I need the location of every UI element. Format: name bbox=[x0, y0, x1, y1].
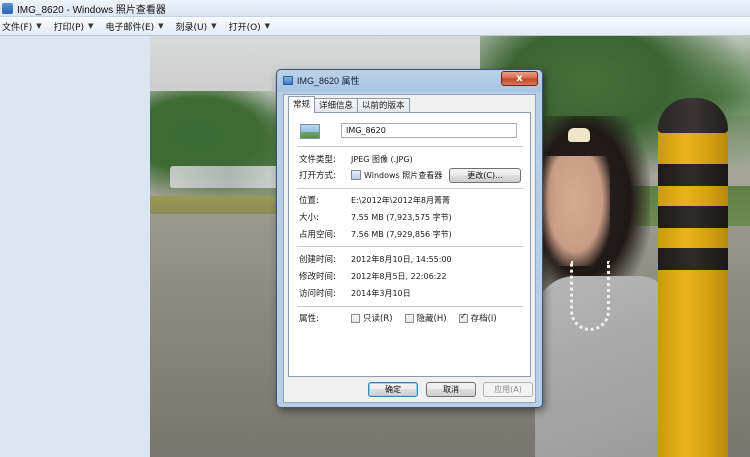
menu-print-label: 打印(P) bbox=[53, 22, 85, 33]
tab-details[interactable]: 详细信息 bbox=[314, 98, 359, 113]
menu-file-label: 文件(F) bbox=[2, 22, 33, 33]
menu-open-label: 打开(O) bbox=[228, 22, 261, 33]
chevron-down-icon: ▼ bbox=[36, 22, 42, 30]
accessed-label: 访问时间: bbox=[299, 289, 336, 299]
archive-checkbox[interactable] bbox=[458, 312, 468, 323]
menu-burn-label: 刻录(U) bbox=[175, 22, 208, 33]
window-titlebar: IMG_8620 - Windows 照片查看器 bbox=[0, 0, 750, 17]
file-type-row: 文件类型: JPEG 图像 (.JPG) bbox=[299, 153, 413, 166]
photo-bollard bbox=[658, 98, 728, 457]
apply-button[interactable]: 应用(A) bbox=[483, 382, 533, 397]
divider bbox=[297, 246, 523, 247]
divider bbox=[297, 306, 523, 307]
menu-open[interactable]: 打开(O) ▼ bbox=[227, 20, 281, 33]
size-on-disk-row: 占用空间: 7.56 MB (7,929,856 字节) bbox=[299, 228, 452, 241]
open-with-row: 打开方式: Windows 照片查看器 bbox=[299, 169, 442, 181]
chevron-down-icon: ▼ bbox=[158, 22, 164, 30]
size-row: 大小: 7.55 MB (7,923,575 字节) bbox=[299, 211, 452, 224]
photo-bollard-band bbox=[658, 248, 728, 270]
menu-email[interactable]: 电子邮件(E) ▼ bbox=[103, 20, 173, 33]
menubar: 文件(F) ▼ 打印(P) ▼ 电子邮件(E) ▼ 刻录(U) ▼ 打开(O) ▼ bbox=[0, 17, 750, 36]
dialog-body: 常规 详细信息 以前的版本 IMG_8620 文件类型: JPEG 图像 (.J… bbox=[283, 94, 536, 403]
tab-previous-versions[interactable]: 以前的版本 bbox=[357, 98, 410, 113]
file-type-label: 文件类型: bbox=[299, 155, 336, 165]
menu-email-label: 电子邮件(E) bbox=[105, 22, 155, 33]
size-label: 大小: bbox=[299, 213, 319, 223]
photo-bollard-band bbox=[658, 206, 728, 228]
created-value: 2012年8月10日, 14:55:00 bbox=[351, 254, 452, 264]
readonly-label: 只读(R) bbox=[363, 314, 393, 324]
archive-checkbox-wrap[interactable]: 存档(I) bbox=[458, 312, 497, 324]
file-name-input[interactable]: IMG_8620 bbox=[341, 123, 517, 138]
photo-viewer-app-icon bbox=[2, 2, 13, 14]
created-label: 创建时间: bbox=[299, 255, 336, 265]
menu-burn[interactable]: 刻录(U) ▼ bbox=[174, 20, 227, 33]
attributes-row: 属性: 只读(R) 隐藏(H) 存档(I) bbox=[299, 312, 509, 325]
photo-bollard-band bbox=[658, 164, 728, 186]
modified-label: 修改时间: bbox=[299, 272, 336, 282]
modified-row: 修改时间: 2012年8月5日, 22:06:22 bbox=[299, 270, 447, 283]
dialog-title: IMG_8620 属性 bbox=[297, 75, 360, 86]
menu-file[interactable]: 文件(F) ▼ bbox=[0, 20, 52, 33]
menu-print[interactable]: 打印(P) ▼ bbox=[52, 20, 104, 33]
divider bbox=[297, 146, 523, 147]
location-label: 位置: bbox=[299, 196, 319, 206]
dialog-tabs: 常规 详细信息 以前的版本 bbox=[288, 96, 410, 113]
location-value: E:\2012年\2012年8月菁菁 bbox=[351, 195, 450, 205]
photo-hair-bow bbox=[568, 128, 590, 142]
location-row: 位置: E:\2012年\2012年8月菁菁 bbox=[299, 194, 450, 207]
divider bbox=[297, 188, 523, 189]
photo-face bbox=[540, 156, 610, 266]
chevron-down-icon: ▼ bbox=[211, 22, 217, 30]
photo-necklace bbox=[570, 261, 610, 331]
photo-parked-cars bbox=[170, 166, 290, 188]
hidden-checkbox[interactable] bbox=[404, 313, 414, 323]
chevron-down-icon: ▼ bbox=[88, 22, 94, 30]
image-file-icon bbox=[283, 75, 293, 85]
readonly-checkbox[interactable] bbox=[351, 313, 360, 323]
general-tab-panel: IMG_8620 文件类型: JPEG 图像 (.JPG) 打开方式: Wind… bbox=[288, 112, 531, 377]
file-type-value: JPEG 图像 (.JPG) bbox=[351, 154, 413, 164]
cancel-button[interactable]: 取消 bbox=[426, 382, 476, 397]
photo-grass bbox=[150, 196, 280, 214]
change-button[interactable]: 更改(C)... bbox=[449, 168, 521, 183]
chevron-down-icon: ▼ bbox=[264, 22, 271, 30]
file-thumbnail-icon bbox=[300, 124, 320, 139]
close-button[interactable]: x bbox=[501, 71, 538, 86]
accessed-row: 访问时间: 2014年3月10日 bbox=[299, 287, 411, 300]
properties-dialog: IMG_8620 属性 x 常规 详细信息 以前的版本 IMG_8620 文件类… bbox=[276, 69, 543, 408]
archive-label: 存档(I) bbox=[470, 314, 497, 324]
hidden-checkbox-wrap[interactable]: 隐藏(H) bbox=[404, 312, 447, 324]
tab-general[interactable]: 常规 bbox=[288, 96, 316, 113]
window-title: IMG_8620 - Windows 照片查看器 bbox=[17, 4, 166, 16]
size-on-disk-value: 7.56 MB (7,929,856 字节) bbox=[351, 229, 452, 239]
open-with-label: 打开方式: bbox=[299, 171, 336, 181]
accessed-value: 2014年3月10日 bbox=[351, 288, 411, 298]
close-icon: x bbox=[516, 73, 523, 84]
created-row: 创建时间: 2012年8月10日, 14:55:00 bbox=[299, 253, 452, 266]
viewer-background bbox=[0, 36, 150, 457]
size-on-disk-label: 占用空间: bbox=[299, 230, 336, 240]
attributes-label: 属性: bbox=[299, 314, 319, 324]
size-value: 7.55 MB (7,923,575 字节) bbox=[351, 212, 452, 222]
ok-button[interactable]: 确定 bbox=[368, 382, 418, 397]
modified-value: 2012年8月5日, 22:06:22 bbox=[351, 271, 447, 281]
photo-viewer-icon bbox=[351, 170, 361, 180]
readonly-checkbox-wrap[interactable]: 只读(R) bbox=[351, 312, 393, 324]
open-with-value: Windows 照片查看器 bbox=[364, 170, 443, 180]
hidden-label: 隐藏(H) bbox=[416, 314, 447, 324]
